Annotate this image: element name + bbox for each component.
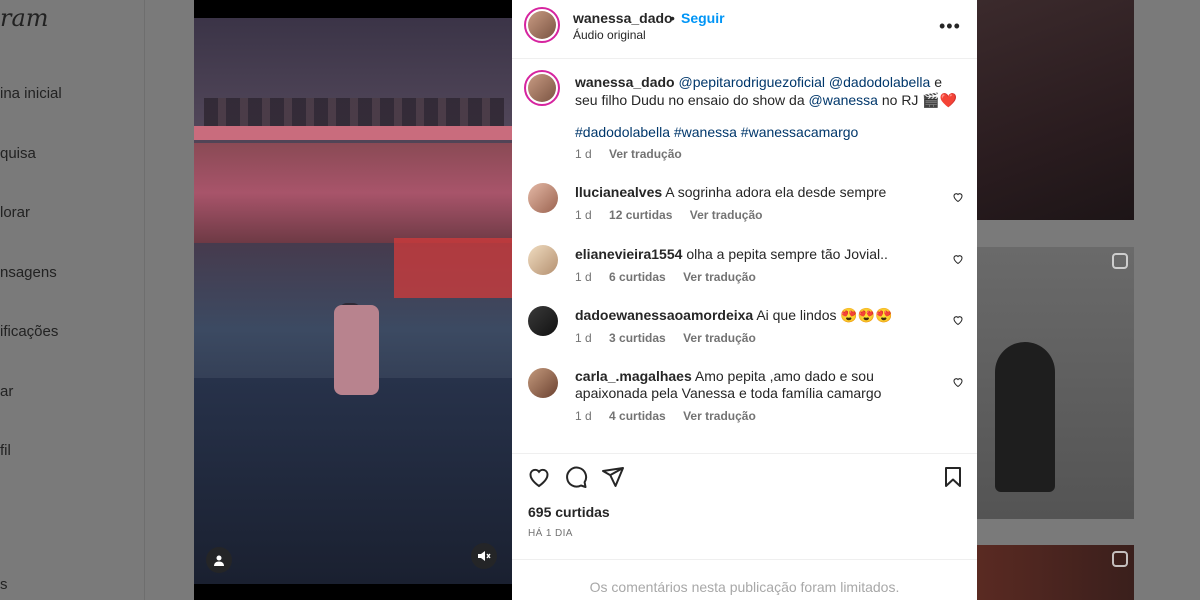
follow-button[interactable]: Seguir: [681, 10, 725, 26]
comment-text: elianevieira1554 olha a pepita sempre tã…: [575, 246, 945, 263]
comment-age: 1 d: [575, 208, 592, 222]
comment-age: 1 d: [575, 409, 592, 423]
comment-translate-link[interactable]: Ver tradução: [683, 409, 756, 423]
comment-likes[interactable]: 12 curtidas: [609, 208, 672, 222]
thumbnail-figure: [995, 342, 1055, 492]
caption-translate-link[interactable]: Ver tradução: [609, 147, 682, 161]
commenter-avatar[interactable]: [528, 183, 558, 213]
nav-create: ar: [0, 383, 14, 400]
comment-body: olha a pepita sempre tão Jovial..: [686, 246, 888, 262]
video-stage-light: [394, 238, 512, 298]
background-sidebar: ram ina inicial quisa lorar nsagens ific…: [0, 0, 145, 600]
bookmark-icon[interactable]: [941, 465, 965, 489]
nav-home: ina inicial: [0, 85, 62, 102]
author-avatar[interactable]: [528, 11, 556, 39]
nav-notifications: ificações: [0, 323, 59, 340]
post-panel: wanessa_dado • Seguir Áudio original •••…: [512, 0, 977, 600]
comment-likes[interactable]: 6 curtidas: [609, 270, 666, 284]
post-timestamp: HÁ 1 DIA: [528, 528, 573, 539]
heart-icon[interactable]: [952, 253, 964, 265]
comment-username[interactable]: llucianealves: [575, 184, 662, 200]
video-balcony: [194, 143, 512, 243]
background-tile-thumbnail: [977, 247, 1134, 519]
likes-count[interactable]: 695 curtidas: [528, 504, 610, 520]
comment-age: 1 d: [575, 270, 592, 284]
comment-username[interactable]: dadoewanessaoamordeixa: [575, 307, 753, 323]
comment-body: A sogrinha adora ela desde sempre: [665, 184, 887, 200]
audio-label[interactable]: Áudio original: [573, 28, 646, 42]
nav-search: quisa: [0, 145, 36, 162]
video-frame: [194, 18, 512, 584]
comment-text: carla_.magalhaes Amo pepita ,amo dado e …: [575, 368, 945, 402]
share-icon[interactable]: [601, 465, 625, 489]
author-username[interactable]: wanessa_dado: [573, 10, 673, 26]
comment-text: dadoewanessaoamordeixa Ai que lindos 😍😍😍: [575, 307, 945, 324]
instagram-logo: ram: [0, 4, 49, 32]
commenter-avatar[interactable]: [528, 368, 558, 398]
mention-link[interactable]: @wanessa: [809, 92, 878, 108]
comment-meta: 1 d 4 curtidas Ver tradução: [575, 409, 770, 423]
caption-meta: 1 d Ver tradução: [575, 147, 696, 161]
comment-translate-link[interactable]: Ver tradução: [690, 208, 763, 222]
comment-meta: 1 d 12 curtidas Ver tradução: [575, 208, 776, 222]
commenter-avatar[interactable]: [528, 306, 558, 336]
comment-icon[interactable]: [564, 465, 588, 489]
background-tile-thumbnail: [977, 0, 1134, 220]
comment-meta: 1 d 6 curtidas Ver tradução: [575, 270, 770, 284]
nav-more: s: [0, 576, 8, 593]
comment-translate-link[interactable]: Ver tradução: [683, 331, 756, 345]
comment-text: llucianealves A sogrinha adora ela desde…: [575, 184, 945, 201]
mention-link[interactable]: @dadodolabella: [829, 74, 930, 90]
comment-username[interactable]: elianevieira1554: [575, 246, 682, 262]
nav-profile: fil: [0, 442, 11, 459]
caption-age: 1 d: [575, 147, 592, 161]
comment-likes[interactable]: 3 curtidas: [609, 331, 666, 345]
caption-username[interactable]: wanessa_dado: [575, 74, 675, 90]
post-header: wanessa_dado • Seguir Áudio original •••: [512, 0, 977, 59]
reel-icon: [1112, 253, 1128, 269]
heart-icon[interactable]: [952, 376, 964, 388]
comment-meta: 1 d 3 curtidas Ver tradução: [575, 331, 770, 345]
muted-speaker-icon[interactable]: [471, 543, 497, 569]
comment-likes[interactable]: 4 curtidas: [609, 409, 666, 423]
background-tile-thumbnail: [977, 545, 1134, 600]
comment-translate-link[interactable]: Ver tradução: [683, 270, 756, 284]
commenter-avatar[interactable]: [528, 245, 558, 275]
user-tag-icon[interactable]: [206, 547, 232, 573]
comment-body: Ai que lindos 😍😍😍: [756, 307, 893, 323]
reel-icon: [1112, 551, 1128, 567]
video-stage: [194, 378, 512, 584]
heart-icon[interactable]: [952, 191, 964, 203]
caption-avatar[interactable]: [528, 74, 556, 102]
nav-messages: nsagens: [0, 264, 57, 281]
post-video[interactable]: [194, 0, 512, 600]
post-caption: wanessa_dado @pepitarodriguezoficial @da…: [575, 73, 960, 109]
heart-icon[interactable]: [952, 314, 964, 326]
comments-limited-notice: Os comentários nesta publicação foram li…: [512, 559, 977, 600]
more-options-icon[interactable]: •••: [939, 16, 961, 37]
heart-icon[interactable]: [527, 465, 551, 489]
caption-hashtags[interactable]: #dadodolabella #wanessa #wanessacamargo: [575, 124, 858, 140]
comment-age: 1 d: [575, 331, 592, 345]
header-separator: •: [670, 10, 675, 26]
comment-username[interactable]: carla_.magalhaes: [575, 368, 692, 384]
video-balcony-rail: [194, 126, 512, 140]
nav-explore: lorar: [0, 204, 31, 221]
mention-link[interactable]: @pepitarodriguezoficial: [679, 74, 826, 90]
video-person: [334, 305, 379, 395]
caption-text: no RJ 🎬❤️: [877, 92, 958, 108]
